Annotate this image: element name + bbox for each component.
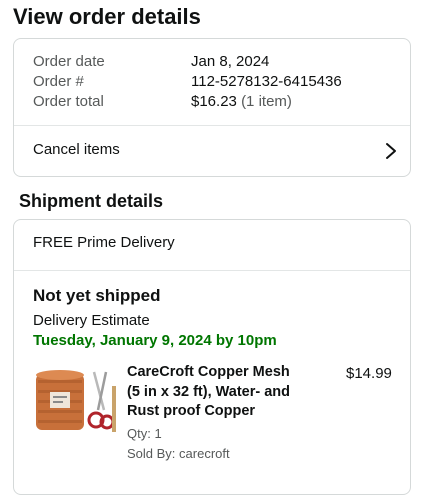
order-date-value: Jan 8, 2024 bbox=[191, 53, 270, 70]
delivery-estimate-date: Tuesday, January 9, 2024 by 10pm bbox=[33, 332, 277, 349]
order-number-value: 112-5278132-6415436 bbox=[191, 73, 342, 90]
order-number-label: Order # bbox=[33, 73, 84, 90]
product-price: $14.99 bbox=[346, 365, 392, 382]
product-title-line: (5 in x 32 ft), Water- and bbox=[127, 383, 291, 400]
order-date-label: Order date bbox=[33, 53, 105, 70]
product-seller: Sold By: carecroft bbox=[127, 446, 230, 461]
order-total-value: $16.23 (1 item) bbox=[191, 93, 292, 110]
chevron-right-icon bbox=[386, 143, 396, 159]
shipment-card: FREE Prime Delivery Not yet shipped Deli… bbox=[13, 219, 411, 495]
shipment-details-heading: Shipment details bbox=[19, 191, 164, 211]
order-details-page: View order details Order date Jan 8, 202… bbox=[0, 0, 425, 500]
order-total-label: Order total bbox=[33, 93, 104, 110]
product-quantity: Qty: 1 bbox=[127, 426, 162, 441]
delivery-type: FREE Prime Delivery bbox=[33, 234, 175, 251]
cancel-items-label: Cancel items bbox=[33, 141, 120, 158]
order-item-count: (1 item) bbox=[241, 93, 292, 110]
product-title-line: Rust proof Copper bbox=[127, 403, 256, 419]
product-title-link[interactable]: CareCroft Copper Mesh (5 in x 32 ft), Wa… bbox=[127, 363, 317, 422]
copper-mesh-roll-product-image[interactable] bbox=[34, 366, 118, 436]
page-title: View order details bbox=[13, 4, 201, 29]
order-total-amount: $16.23 bbox=[191, 93, 237, 110]
order-summary-card: Order date Jan 8, 2024 Order # 112-52781… bbox=[13, 38, 411, 177]
cancel-items-button[interactable]: Cancel items bbox=[14, 126, 410, 177]
product-title-line: CareCroft Copper Mesh bbox=[127, 364, 290, 380]
divider bbox=[14, 270, 410, 271]
shipment-status: Not yet shipped bbox=[33, 286, 161, 305]
delivery-estimate-label: Delivery Estimate bbox=[33, 312, 150, 329]
